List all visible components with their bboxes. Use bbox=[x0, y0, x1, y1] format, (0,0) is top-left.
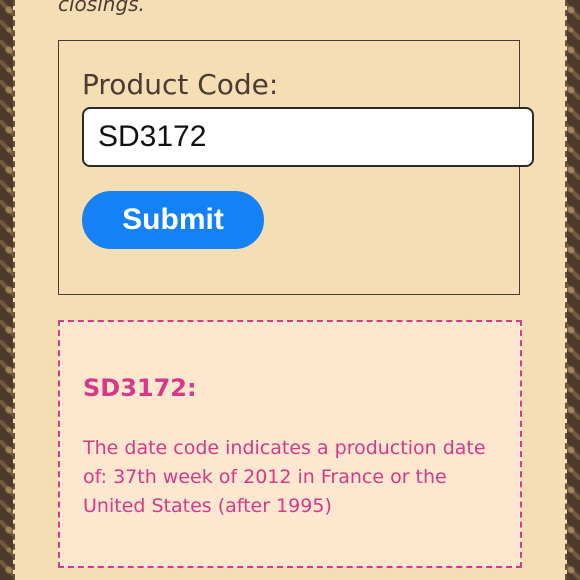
product-code-input[interactable] bbox=[82, 107, 534, 167]
intro-text-fragment: closings. bbox=[58, 0, 145, 16]
submit-button[interactable]: Submit bbox=[82, 191, 264, 249]
result-box: SD3172: The date code indicates a produc… bbox=[58, 320, 522, 568]
product-code-label: Product Code: bbox=[82, 68, 279, 101]
product-code-form: Product Code: Submit bbox=[58, 40, 534, 295]
result-title: SD3172: bbox=[83, 374, 197, 402]
result-description: The date code indicates a production dat… bbox=[83, 437, 486, 517]
